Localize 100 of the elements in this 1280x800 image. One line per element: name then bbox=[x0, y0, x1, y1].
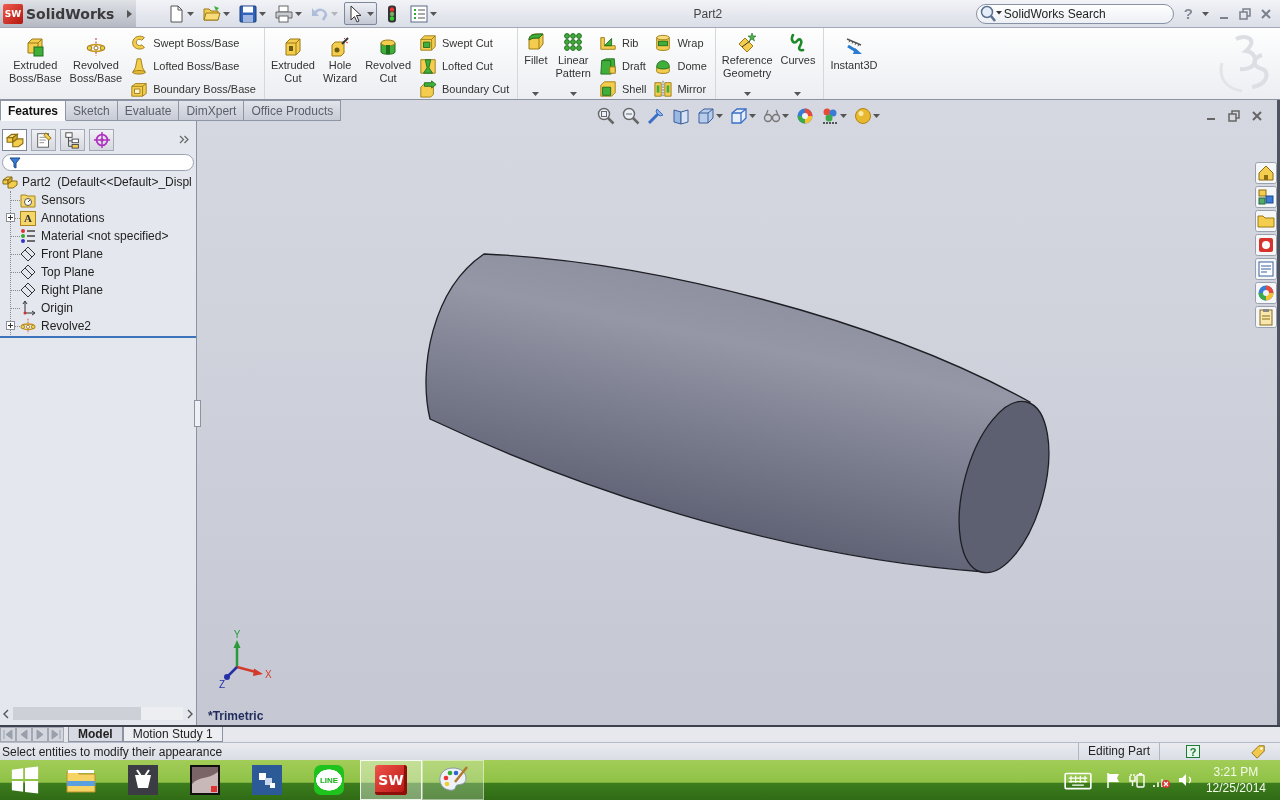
close-icon[interactable] bbox=[1260, 7, 1272, 20]
double-chevron-icon[interactable] bbox=[179, 135, 189, 144]
caret-icon[interactable] bbox=[743, 92, 751, 96]
tree-item[interactable]: Front Plane bbox=[41, 247, 104, 261]
ribbon-button[interactable]: Revolved Boss/Base bbox=[65, 28, 127, 99]
taskbar-button[interactable]: SW bbox=[360, 760, 422, 800]
panel-tab[interactable] bbox=[2, 128, 27, 151]
panel-tab[interactable] bbox=[60, 128, 85, 151]
plane-icon bbox=[20, 246, 36, 262]
splitter-handle[interactable] bbox=[194, 400, 201, 427]
funnel-icon[interactable] bbox=[9, 156, 21, 169]
tab[interactable]: Motion Study 1 bbox=[122, 727, 223, 742]
caret-icon[interactable] bbox=[367, 11, 374, 16]
caret-icon[interactable] bbox=[569, 92, 577, 96]
ribbon-button[interactable]: Swept Boss/Base bbox=[126, 33, 260, 53]
caret-icon[interactable] bbox=[532, 92, 540, 96]
ribbon-button[interactable]: Shell bbox=[594, 79, 651, 99]
ribbon-button[interactable]: Linear Pattern bbox=[551, 28, 595, 99]
folder-gauge-icon bbox=[20, 192, 36, 208]
caret-icon[interactable] bbox=[295, 11, 302, 16]
scroll-right-icon[interactable] bbox=[186, 708, 194, 719]
ribbon-button[interactable]: Draft bbox=[594, 56, 651, 76]
restore-icon[interactable] bbox=[1228, 110, 1240, 122]
caret-icon[interactable] bbox=[187, 11, 194, 16]
scrollbar-track[interactable] bbox=[13, 707, 183, 720]
view-name-label: *Trimetric bbox=[208, 709, 264, 723]
ribbon-button[interactable]: Wrap bbox=[650, 33, 711, 53]
ribbon-button[interactable]: Rib bbox=[594, 33, 651, 53]
tab[interactable]: Office Products bbox=[244, 100, 342, 121]
tag-icon[interactable] bbox=[1250, 743, 1266, 760]
ribbon-button[interactable]: Curves bbox=[776, 28, 820, 99]
cube-with-wand-icon bbox=[330, 37, 351, 57]
ribbon-button[interactable]: Mirror bbox=[650, 79, 711, 99]
caret-icon[interactable] bbox=[794, 92, 802, 96]
list-sheet-icon[interactable] bbox=[1255, 258, 1277, 280]
cube-icon bbox=[25, 37, 46, 57]
tab[interactable]: Features bbox=[0, 100, 67, 121]
search-icon[interactable] bbox=[978, 4, 1003, 23]
panel-tab[interactable] bbox=[31, 128, 56, 151]
tree-item[interactable]: Right Plane bbox=[41, 283, 104, 297]
toolbar-button[interactable] bbox=[621, 106, 641, 126]
caret-icon[interactable] bbox=[223, 11, 230, 16]
expand-plus-icon[interactable] bbox=[6, 321, 15, 330]
ribbon-button[interactable]: Boundary Cut bbox=[415, 79, 514, 99]
tab[interactable]: DimXpert bbox=[179, 100, 245, 121]
ribbon-button[interactable]: Instant3D bbox=[826, 28, 882, 99]
ribbon-button[interactable]: Fillet bbox=[520, 28, 552, 99]
caret-icon[interactable] bbox=[873, 114, 880, 118]
filter-field[interactable] bbox=[2, 154, 194, 171]
caret-icon[interactable] bbox=[840, 114, 847, 118]
tree-item[interactable]: Sensors bbox=[41, 193, 86, 207]
clipboard-icon[interactable] bbox=[1255, 306, 1277, 328]
toolbar-button[interactable] bbox=[596, 106, 616, 126]
stacked-parts-icon[interactable] bbox=[1255, 186, 1277, 208]
caret-icon[interactable] bbox=[259, 11, 266, 16]
loft-shape-icon bbox=[130, 57, 149, 75]
search-field[interactable]: SolidWorks Search bbox=[975, 3, 1174, 24]
tab[interactable]: Evaluate bbox=[117, 100, 180, 121]
caret-icon[interactable] bbox=[749, 114, 756, 118]
caret-icon[interactable] bbox=[716, 114, 723, 118]
caret-icon[interactable] bbox=[782, 114, 789, 118]
ribbon-button[interactable]: Boundary Boss/Base bbox=[126, 79, 260, 99]
scrollbar-thumb[interactable] bbox=[13, 707, 141, 720]
scroll-left-icon[interactable] bbox=[2, 708, 10, 719]
tree-item[interactable]: Annotations bbox=[41, 211, 105, 225]
tree-item[interactable]: Part2 (Default<<Default>_Displ bbox=[22, 175, 192, 189]
sphere-icon bbox=[854, 107, 872, 125]
caret-icon[interactable] bbox=[1202, 11, 1209, 16]
slotted-cube-icon bbox=[419, 34, 437, 52]
tree-item[interactable]: Material <not specified> bbox=[41, 229, 169, 243]
ribbon-button[interactable]: Dome bbox=[650, 56, 711, 76]
ribbon-button[interactable]: Revolved Cut bbox=[361, 28, 415, 99]
expand-arrow-icon[interactable] bbox=[127, 9, 132, 18]
tab[interactable]: Sketch bbox=[66, 100, 118, 121]
part-icon bbox=[2, 174, 18, 190]
tree-item[interactable]: Revolve2 bbox=[41, 319, 92, 333]
house-icon[interactable] bbox=[1255, 162, 1277, 184]
caret-icon[interactable] bbox=[430, 11, 437, 16]
expand-plus-icon[interactable] bbox=[6, 213, 15, 222]
panel-tab[interactable] bbox=[89, 128, 114, 151]
ribbon-button[interactable]: Lofted Boss/Base bbox=[126, 56, 260, 76]
tab[interactable]: Model bbox=[68, 727, 123, 742]
help-indicator[interactable]: ? bbox=[1186, 745, 1200, 758]
plane-icon bbox=[20, 264, 36, 280]
ribbon-button[interactable]: Swept Cut bbox=[415, 33, 514, 53]
ribbon-button[interactable]: Hole Wizard bbox=[318, 28, 362, 99]
ribbon-button[interactable]: Extruded Cut bbox=[266, 28, 319, 99]
restore-icon[interactable] bbox=[1239, 7, 1251, 20]
ribbon-button[interactable]: Reference Geometry bbox=[717, 28, 777, 99]
toolbar-button[interactable] bbox=[344, 2, 377, 25]
toolbar-button[interactable] bbox=[820, 106, 848, 126]
disc-sheet-icon[interactable] bbox=[1255, 234, 1277, 256]
ribbon-button[interactable]: Extruded Boss/Base bbox=[5, 28, 66, 99]
tree-item[interactable]: Top Plane bbox=[41, 265, 95, 279]
close-icon[interactable] bbox=[1251, 110, 1263, 122]
toolbar-button[interactable] bbox=[236, 2, 269, 25]
ribbon-button[interactable]: Lofted Cut bbox=[415, 56, 514, 76]
tree-item[interactable]: Origin bbox=[41, 301, 73, 315]
color-ball-icon[interactable] bbox=[1255, 282, 1277, 304]
banded-cylinder-icon bbox=[654, 34, 673, 52]
